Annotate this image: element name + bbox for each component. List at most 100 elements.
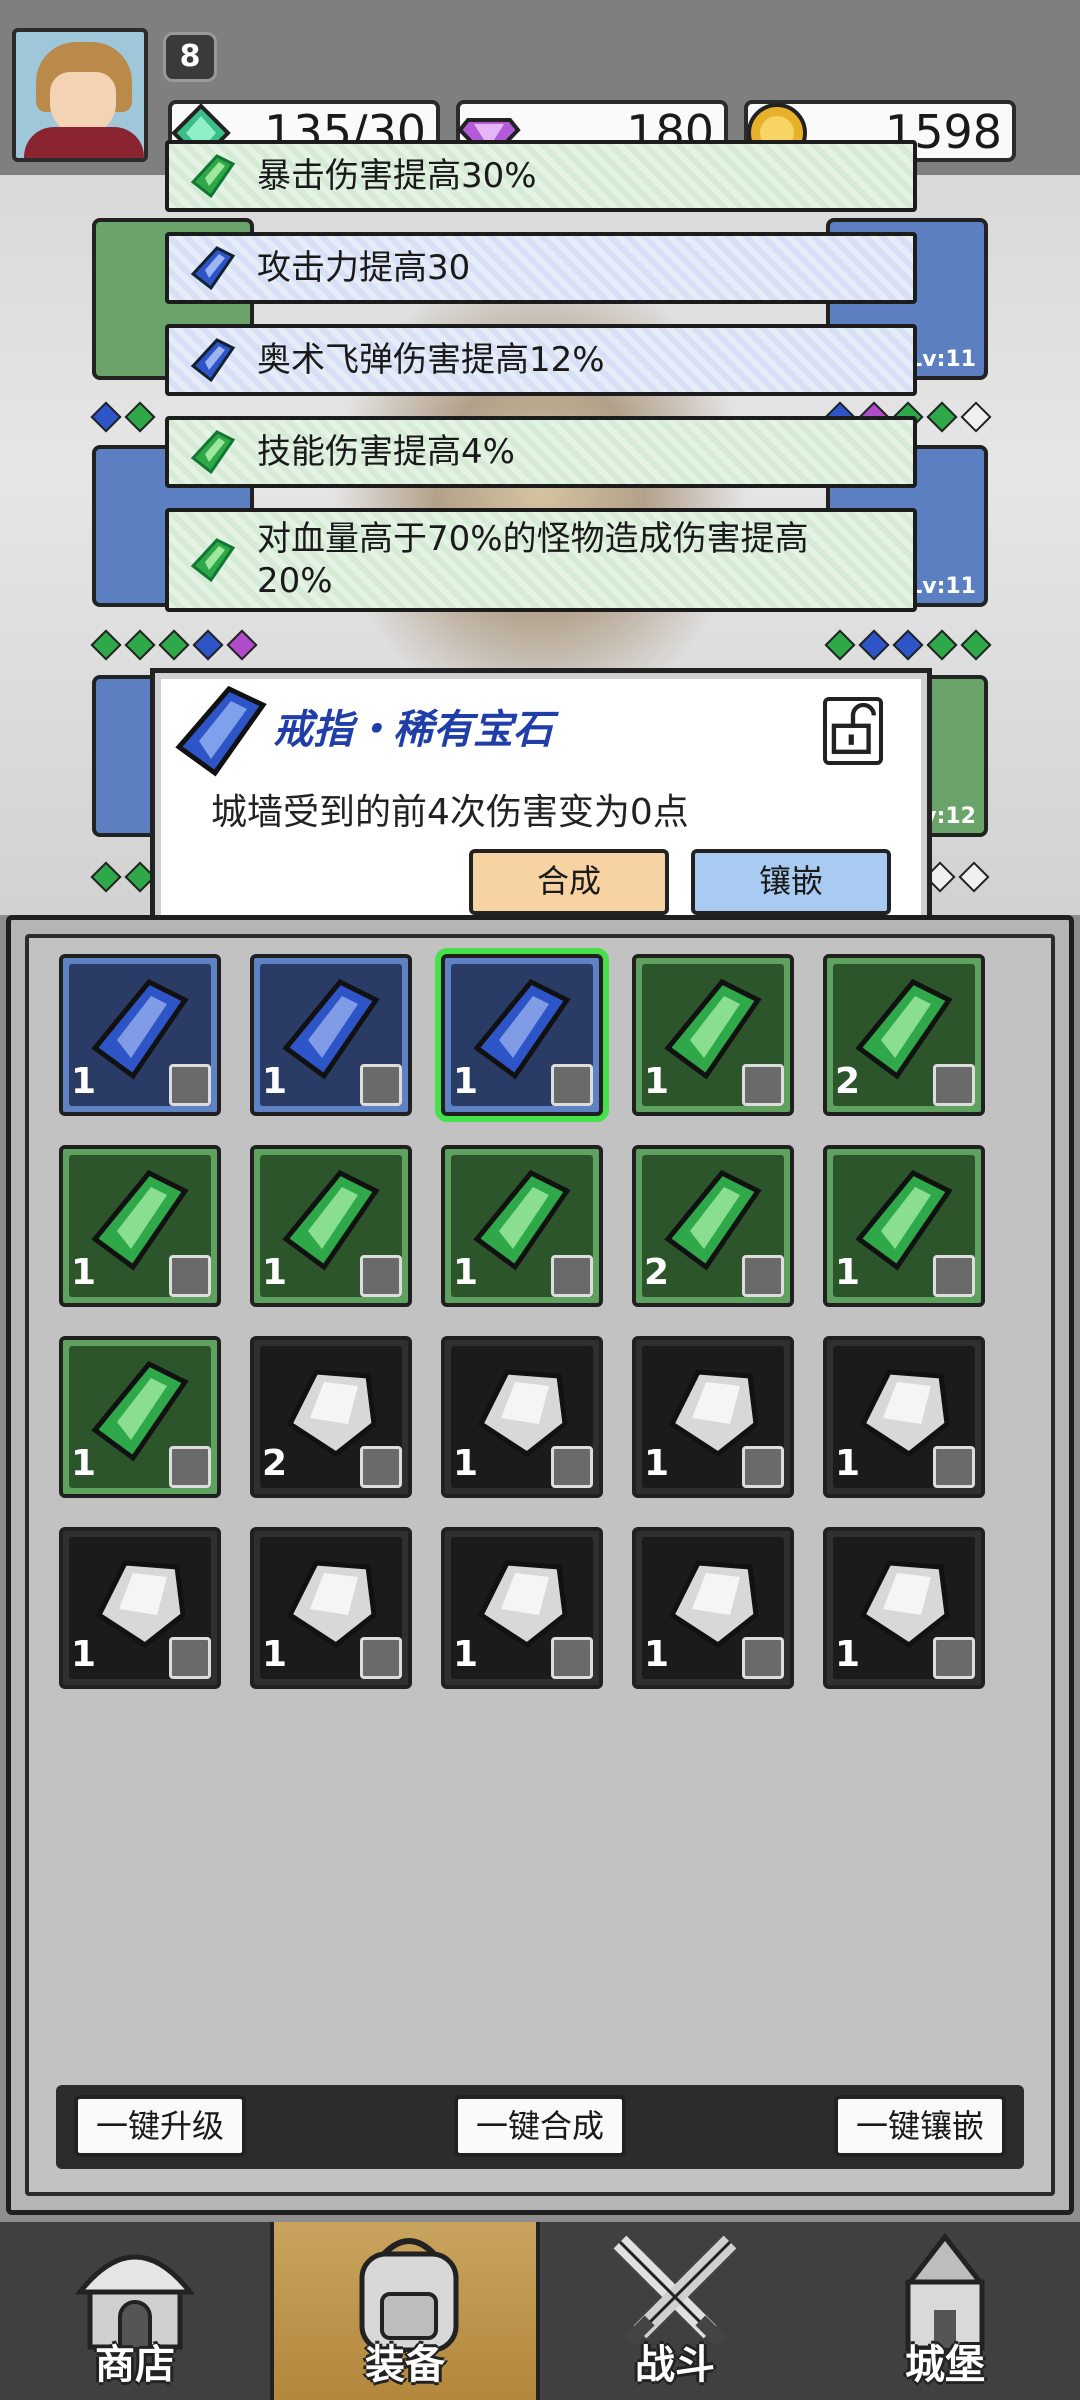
gem-detail-popup: 戒指・稀有宝石 城墙受到的前4次伤害变为0点 合成 镶嵌	[150, 668, 932, 938]
ring-icon	[551, 1064, 593, 1106]
stat-bonus-row: 攻击力提高30	[165, 232, 917, 304]
bracer-icon	[360, 1446, 402, 1488]
green-gem-icon	[190, 430, 236, 475]
gem-count: 1	[453, 1061, 479, 1102]
gem-count: 2	[262, 1443, 288, 1484]
stat-bonus-text: 技能伤害提高4%	[257, 432, 515, 472]
armor-icon	[742, 1446, 784, 1488]
gem-cell[interactable]: 1	[59, 1336, 221, 1498]
gem-inventory-panel: 1 1 1 1 2 1 1 1 2 1 1 2 1 1 1 1 1 1 1 1	[6, 915, 1074, 2215]
stat-bonus-text: 奥术飞弹伤害提高12%	[257, 340, 605, 380]
gem-cell[interactable]: 1	[632, 1527, 794, 1689]
gem-cell[interactable]: 2	[823, 954, 985, 1116]
socket-gem	[158, 629, 190, 661]
bulk-action-bar: 一键升级 一键合成 一键镶嵌	[56, 2085, 1024, 2169]
gem-count: 1	[262, 1252, 288, 1293]
socket-gem	[90, 401, 122, 433]
gem-count: 1	[71, 1443, 97, 1484]
gem-count: 1	[453, 1634, 479, 1675]
armor-icon	[169, 1064, 211, 1106]
gem-cell[interactable]: 1	[632, 1336, 794, 1498]
gem-count: 1	[835, 1252, 861, 1293]
embed-all-button[interactable]: 一键镶嵌	[834, 2095, 1006, 2157]
socket-gem	[858, 629, 890, 661]
gem-cell[interactable]: 1	[250, 954, 412, 1116]
boots-icon	[169, 1255, 211, 1297]
gem-title: 戒指・稀有宝石	[273, 707, 553, 753]
bracer-icon	[742, 1064, 784, 1106]
socket-row-right-mid	[824, 629, 992, 661]
stat-bonus-row: 对血量高于70%的怪物造成伤害提高20%	[165, 508, 917, 612]
gem-count: 1	[835, 1634, 861, 1675]
socket-row-left-mid	[90, 629, 258, 661]
gem-cell[interactable]: 1	[59, 1145, 221, 1307]
socket-row-left-top	[90, 401, 156, 433]
stat-bonus-row: 奥术飞弹伤害提高12%	[165, 324, 917, 396]
embed-button[interactable]: 镶嵌	[691, 849, 891, 915]
socket-gem	[226, 629, 258, 661]
tab-castle[interactable]: 城堡	[810, 2222, 1080, 2400]
merge-all-button[interactable]: 一键合成	[454, 2095, 626, 2157]
gem-count: 1	[835, 1443, 861, 1484]
gem-count: 1	[644, 1061, 670, 1102]
socket-gem	[824, 629, 856, 661]
green-gem-icon	[190, 538, 236, 583]
gem-description: 城墙受到的前4次伤害变为0点	[211, 792, 689, 833]
gem-cell[interactable]: 1	[441, 954, 603, 1116]
socket-gem	[124, 401, 156, 433]
gem-count: 1	[71, 1252, 97, 1293]
gem-count: 1	[453, 1252, 479, 1293]
necklace-icon	[169, 1446, 211, 1488]
unlock-icon	[831, 702, 876, 754]
tab-label: 商店	[95, 2342, 175, 2388]
gem-count: 1	[644, 1443, 670, 1484]
gem-cell[interactable]: 1	[250, 1145, 412, 1307]
bracer-icon	[933, 1064, 975, 1106]
ring-icon	[360, 1637, 402, 1679]
stat-bonus-row: 暴击伤害提高30%	[165, 140, 917, 212]
gem-cell[interactable]: 1	[250, 1527, 412, 1689]
gem-cell[interactable]: 1	[59, 1527, 221, 1689]
tab-label: 城堡	[905, 2342, 985, 2388]
merge-button[interactable]: 合成	[469, 849, 669, 915]
socket-gem	[90, 861, 122, 893]
gem-count: 2	[835, 1061, 861, 1102]
gem-cell[interactable]: 1	[441, 1145, 603, 1307]
gem-cell[interactable]: 1	[632, 954, 794, 1116]
socket-gem	[960, 401, 992, 433]
gem-cell[interactable]: 1	[441, 1527, 603, 1689]
necklace-icon	[742, 1637, 784, 1679]
gem-cell[interactable]: 1	[59, 954, 221, 1116]
stat-bonus-text: 攻击力提高30	[257, 248, 471, 288]
gem-cell[interactable]: 1	[441, 1336, 603, 1498]
boots-icon	[551, 1255, 593, 1297]
blue-gem-icon	[175, 685, 267, 777]
slot-level: Lv:11	[908, 347, 976, 372]
weapon-icon	[742, 1255, 784, 1297]
blue-gem-icon	[190, 338, 236, 383]
tab-shop[interactable]: 商店	[0, 2222, 270, 2400]
tab-label: 装备	[365, 2342, 445, 2388]
stat-bonus-text: 对血量高于70%的怪物造成伤害提高20%	[257, 519, 809, 601]
gem-cell[interactable]: 1	[823, 1527, 985, 1689]
gem-cell[interactable]: 1	[823, 1145, 985, 1307]
ring-icon	[360, 1064, 402, 1106]
socket-gem	[192, 629, 224, 661]
socket-row-right-low	[924, 861, 990, 893]
gem-cell[interactable]: 1	[823, 1336, 985, 1498]
gem-count: 1	[262, 1061, 288, 1102]
upgrade-all-button[interactable]: 一键升级	[74, 2095, 246, 2157]
lock-toggle-button[interactable]	[823, 697, 883, 765]
player-level-badge: 8	[163, 32, 217, 82]
stat-bonus-row: 技能伤害提高4%	[165, 416, 917, 488]
stat-bonus-text: 暴击伤害提高30%	[257, 156, 537, 196]
gem-cell[interactable]: 2	[632, 1145, 794, 1307]
socket-gem	[892, 629, 924, 661]
player-avatar[interactable]	[12, 28, 148, 162]
tab-battle[interactable]: 战斗	[540, 2222, 810, 2400]
socket-gem	[926, 629, 958, 661]
gem-cell[interactable]: 2	[250, 1336, 412, 1498]
tab-equipment[interactable]: 装备	[270, 2222, 540, 2400]
weapon-icon	[169, 1637, 211, 1679]
socket-row-left-low	[90, 861, 156, 893]
